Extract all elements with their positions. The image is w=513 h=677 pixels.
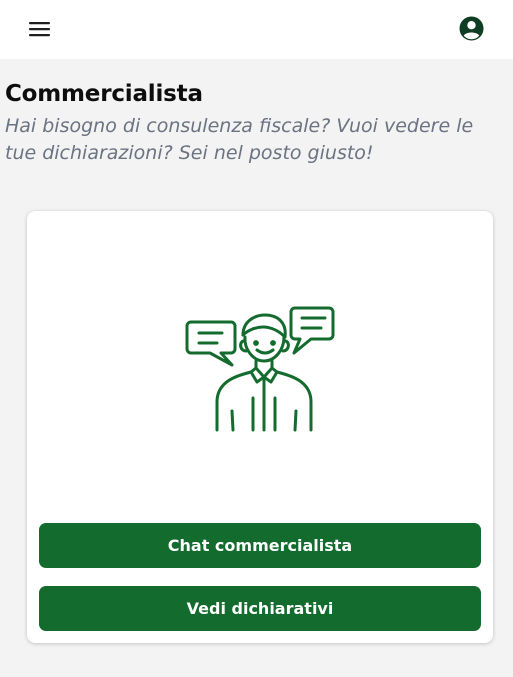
page-subtitle: Hai bisogno di consulenza fiscale? Vuoi … xyxy=(5,115,474,164)
hamburger-menu-icon[interactable] xyxy=(26,18,54,40)
commercialista-card: Chat commercialista Vedi dichiarativi xyxy=(27,211,493,643)
top-app-bar xyxy=(0,0,513,59)
vedi-dichiarativi-button[interactable]: Vedi dichiarativi xyxy=(39,586,481,631)
chat-commercialista-button[interactable]: Chat commercialista xyxy=(39,523,481,568)
page-title: Commercialista xyxy=(5,81,203,107)
account-circle-icon[interactable] xyxy=(458,15,485,42)
consultant-with-speech-bubbles-icon xyxy=(185,305,337,433)
